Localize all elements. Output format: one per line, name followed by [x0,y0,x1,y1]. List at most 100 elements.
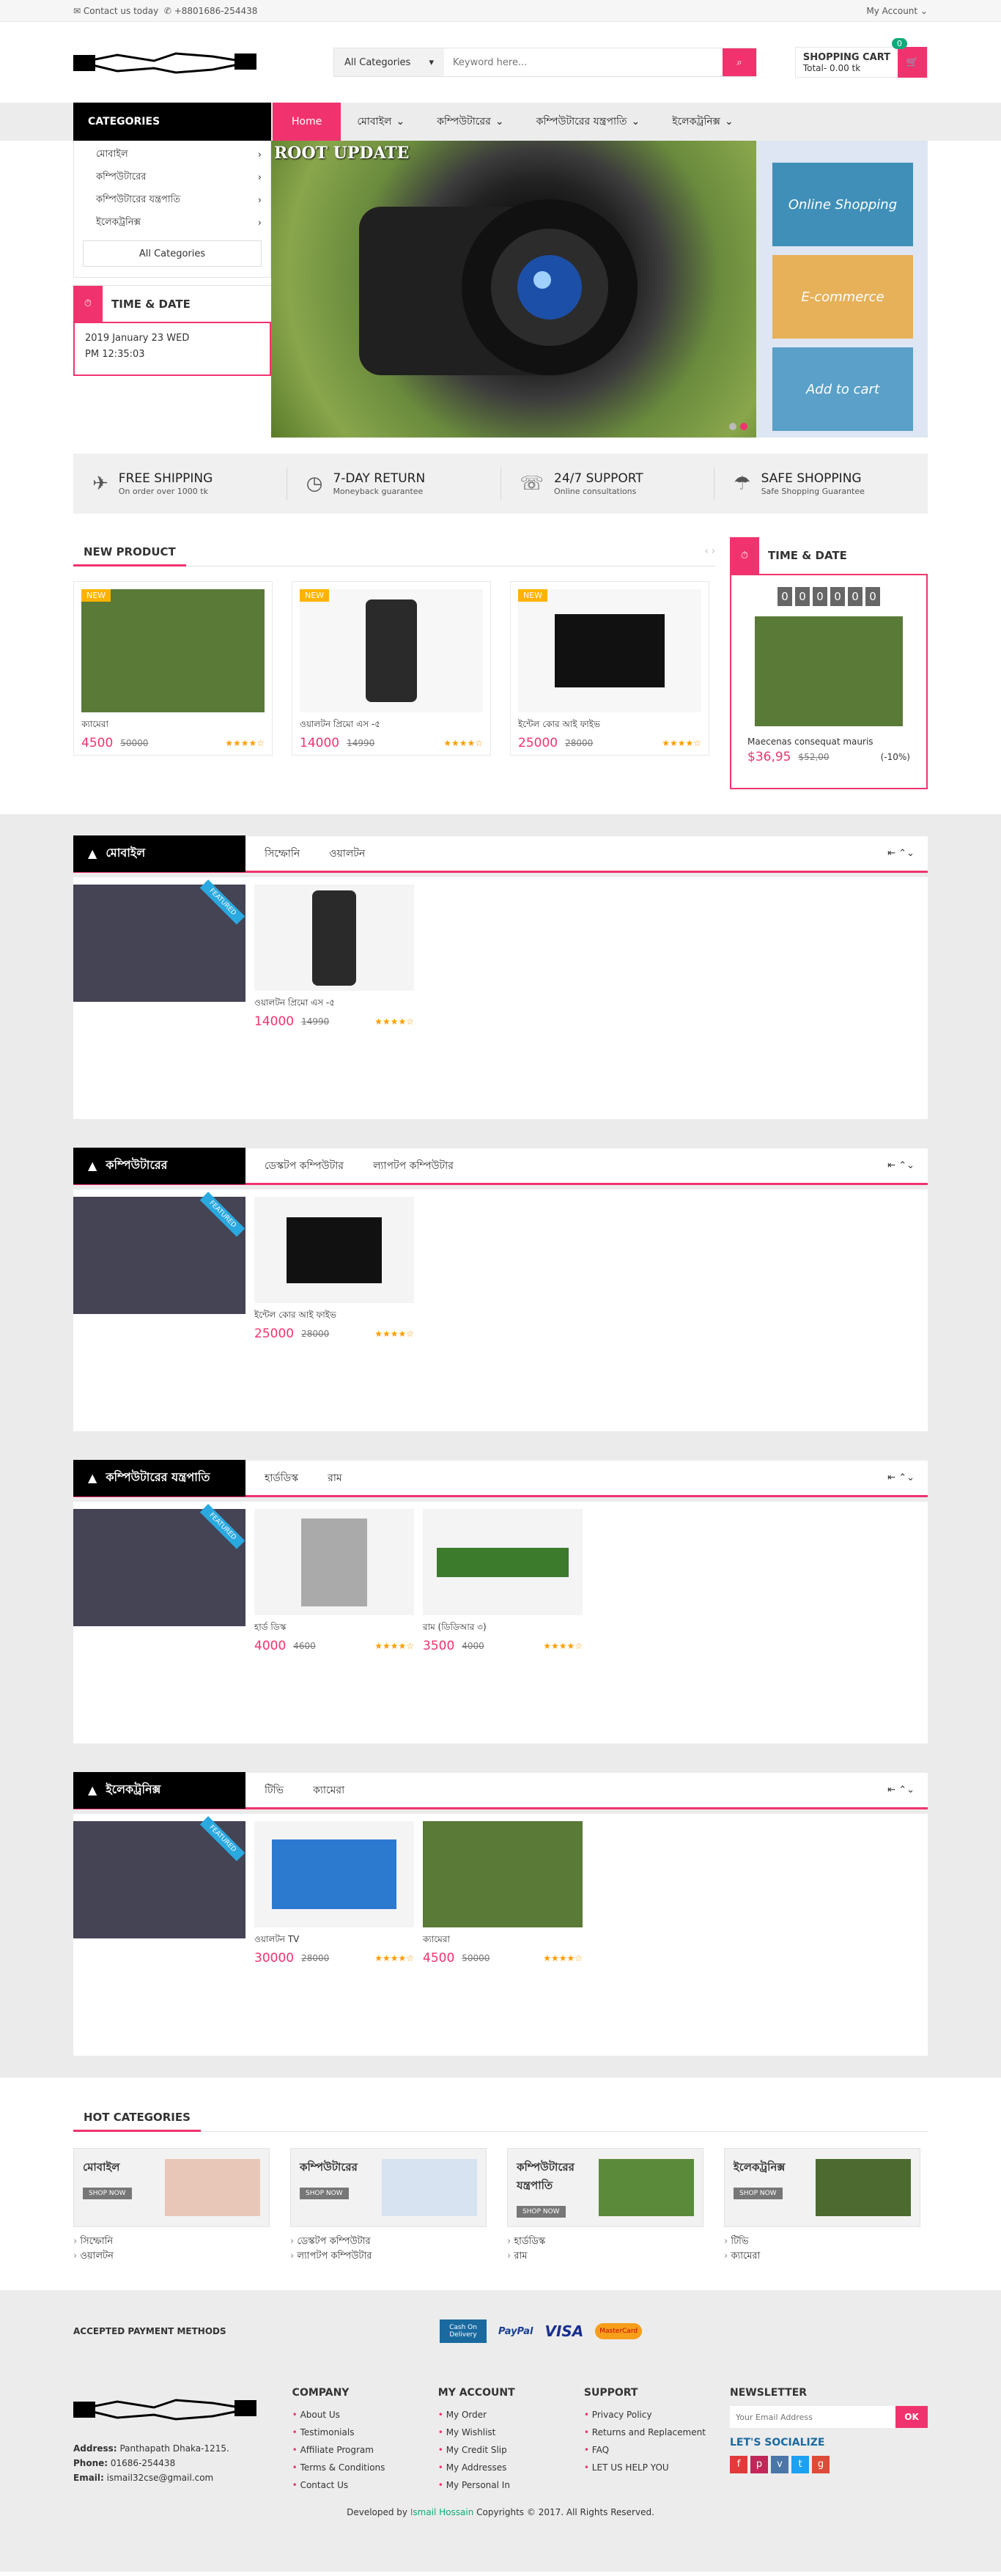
featured-image[interactable]: FEATURED [73,1192,245,1314]
copyright: Developed by Ismail Hossain Copyrights ©… [347,2507,654,2517]
nav-item-accessories[interactable]: কম্পিউটারের যন্ত্রপাতি ⌄ [520,113,657,130]
tab-symphony[interactable]: সিম্ফোনি [265,845,300,863]
hot-link[interactable]: টিভি [724,2234,920,2249]
hero-banner[interactable]: ROOT UPDATE [271,141,756,438]
product-card[interactable]: হার্ড ডিস্ক 4000 4600 ★★★★☆ [254,1509,414,1743]
rating-stars: ★★★★☆ [662,738,701,748]
sidebar-item-electronics[interactable]: ইলেকট্রনিক্স › [83,212,262,235]
footer-logo[interactable] [73,2387,256,2431]
footer-link[interactable]: My Order [438,2406,584,2424]
shop-now-button[interactable]: SHOP NOW [300,2188,349,2199]
footer-link[interactable]: Contact Us [292,2476,438,2494]
hot-link[interactable]: ডেস্কটপ কম্পিউটার [290,2234,487,2249]
cart-icon: 🛒 0 [892,38,927,78]
product-card[interactable]: NEW ইন্টেল কোর আই ফাইভ 25000 28000 ★★★★☆ [510,581,709,756]
tab-tv[interactable]: টিভি [265,1782,284,1799]
pinterest-icon[interactable]: p [750,2456,768,2473]
section-nav-arrows[interactable]: ⇤ ⌃⌄ [887,848,928,859]
footer-link[interactable]: My Personal In [438,2476,584,2494]
ad-online-shopping[interactable]: Online Shopping [772,163,913,246]
product-card[interactable]: NEW ওয়ালটন প্রিমো এস -৫ 14000 14990 ★★★★☆ [292,581,491,756]
hot-link[interactable]: সিম্ফোনি [73,2234,270,2249]
hot-link[interactable]: ওয়ালটন [73,2249,270,2264]
sidebar-item-mobile[interactable]: মোবাইল › [83,144,262,166]
shop-now-button[interactable]: SHOP NOW [83,2188,132,2199]
deal-name[interactable]: Maecenas consequat mauris [747,737,910,747]
hot-link[interactable]: হার্ডডিস্ক [507,2234,703,2249]
footer-link[interactable]: About Us [292,2406,438,2424]
deal-widget: ⏱ TIME & DATE 000000 Maecenas consequat m… [730,537,928,789]
hot-link[interactable]: ল্যাপটপ কম্পিউটার [290,2249,487,2264]
footer-link[interactable]: Testimonials [292,2424,438,2441]
search-input[interactable] [444,48,723,76]
tab-camera[interactable]: ক্যামেরা [313,1782,344,1799]
camera-image [359,199,638,375]
footer-link[interactable]: My Wishlist [438,2424,584,2441]
slider-dots[interactable] [729,423,747,430]
search-icon: ⌕ [736,56,742,68]
nav-item-computer[interactable]: কম্পিউটারের ⌄ [421,113,520,130]
vk-icon[interactable]: v [771,2456,788,2473]
featured-image[interactable]: FEATURED [73,879,245,1002]
ad-ecommerce[interactable]: E-commerce [772,255,913,339]
top-bar: ✉ Contact us today ✆ +8801686-254438 My … [0,0,1001,22]
categories-heading: CATEGORIES [73,103,271,141]
carousel-arrows[interactable]: ‹ › [704,546,715,557]
footer-link[interactable]: Privacy Policy [584,2406,730,2424]
footer-link[interactable]: My Credit Slip [438,2441,584,2459]
footer: Address: Panthapath Dhaka-1215. Phone: 01… [0,2372,1001,2572]
category-icon: ▲ [88,1783,97,1797]
nav-item-electronics[interactable]: ইলেকট্রনিক্স ⌄ [656,113,749,130]
nav-item-mobile[interactable]: মোবাইল ⌄ [341,113,421,130]
footer-link[interactable]: FAQ [584,2441,730,2459]
tab-harddisk[interactable]: হার্ডডিস্ক [265,1469,298,1487]
google-plus-icon[interactable]: g [812,2456,830,2473]
author-link[interactable]: Ismail Hossain [410,2507,473,2517]
footer-link[interactable]: Returns and Replacement [584,2424,730,2441]
newsletter-email-input[interactable] [730,2406,895,2428]
featured-image[interactable]: FEATURED [73,1816,245,1938]
tab-walton[interactable]: ওয়ালটন [329,845,365,863]
tab-desktop[interactable]: ডেস্কটপ কম্পিউটার [265,1157,344,1175]
product-card[interactable]: NEW ক্যামেরা 4500 50000 ★★★★☆ [73,581,273,756]
my-account-link[interactable]: My Account ⌄ [866,6,928,16]
nav-home[interactable]: Home [273,103,341,141]
footer-link[interactable]: Affiliate Program [292,2441,438,2459]
hot-link[interactable]: ক্যামেরা [724,2249,920,2264]
cart-total: Total- 0.00 tk [802,62,861,73]
tab-laptop[interactable]: ল্যাপটপ কম্পিউটার [373,1157,454,1175]
newsletter-ok-button[interactable]: OK [895,2406,928,2428]
deal-image[interactable] [755,616,903,726]
product-card[interactable]: ওয়ালটন TV 30000 28000 ★★★★☆ [254,1821,414,2056]
section-nav-arrows[interactable]: ⇤ ⌃⌄ [887,1160,928,1171]
sidebar-item-computer[interactable]: কম্পিউটারের › [83,166,262,189]
category-select[interactable]: All Categories ▾ [334,48,444,76]
all-categories-button[interactable]: All Categories [83,240,262,267]
shopping-cart[interactable]: SHOPPING CART Total- 0.00 tk 🛒 0 [794,38,928,78]
product-card[interactable]: ক্যামেরা 4500 50000 ★★★★☆ [423,1821,583,2056]
footer-link[interactable]: LET US HELP YOU [584,2459,730,2476]
time-date-title: TIME & DATE [111,297,191,311]
product-card[interactable]: রাম (ডিডিআর ৩) 3500 4000 ★★★★☆ [423,1509,583,1743]
twitter-icon[interactable]: t [791,2456,809,2473]
product-card[interactable]: ওয়ালটন প্রিমো এস -৫ 14000 14990 ★★★★☆ [254,885,414,1119]
product-card[interactable]: ইন্টেল কোর আই ফাইভ 25000 28000 ★★★★☆ [254,1197,414,1431]
section-nav-arrows[interactable]: ⇤ ⌃⌄ [887,1472,928,1483]
hot-categories: HOT CATEGORIES মোবাইলSHOP NOWসিম্ফোনিওয়… [73,2103,928,2264]
search-button[interactable]: ⌕ [723,48,756,76]
airplane-icon: ✈ [92,473,108,495]
facebook-icon[interactable]: f [730,2456,747,2473]
sidebar-item-accessories[interactable]: কম্পিউটারের যন্ত্রপাতি › [83,189,262,212]
tab-ram[interactable]: রাম [328,1469,342,1487]
countdown-timer: 000000 [747,587,910,606]
footer-link[interactable]: My Addresses [438,2459,584,2476]
footer-link[interactable]: Terms & Conditions [292,2459,438,2476]
hot-link[interactable]: রাম [507,2249,703,2264]
shop-now-button[interactable]: SHOP NOW [734,2188,783,2199]
ad-add-to-cart[interactable]: Add to cart [772,347,913,431]
handshake-logo[interactable] [73,40,256,84]
section-nav-arrows[interactable]: ⇤ ⌃⌄ [887,1785,928,1796]
shop-now-button[interactable]: SHOP NOW [517,2206,566,2218]
featured-image[interactable]: FEATURED [73,1504,245,1626]
header: All Categories▾ ⌕ SHOPPING CARTTotal- 0.… [0,22,1001,103]
